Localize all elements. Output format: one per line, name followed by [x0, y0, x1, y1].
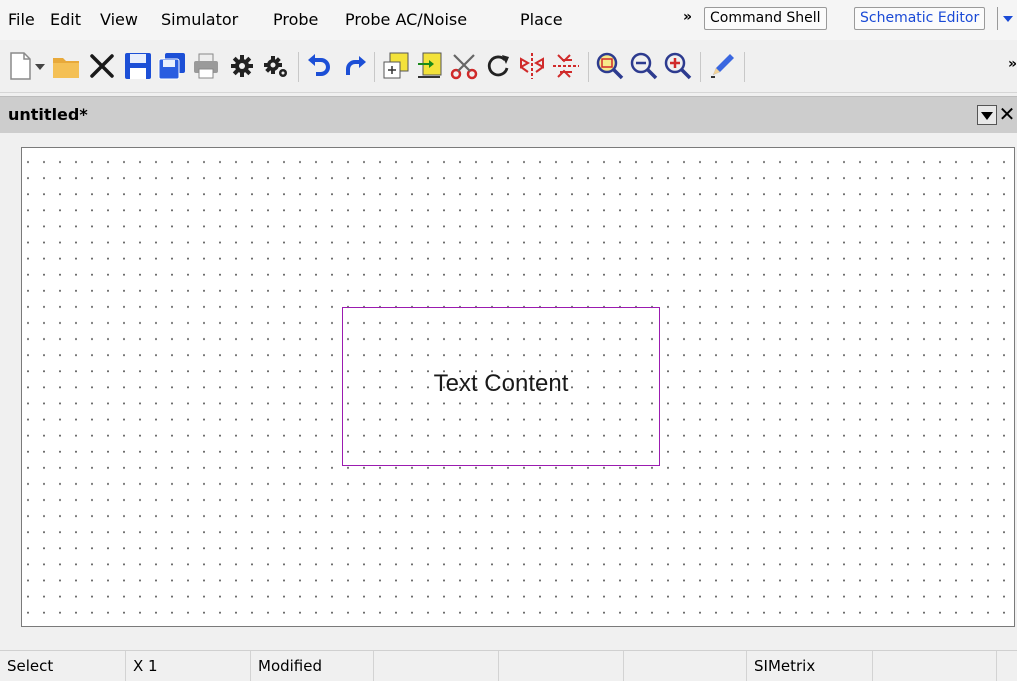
toolbar-separator: [298, 52, 299, 82]
document-title[interactable]: untitled*: [8, 105, 88, 124]
text-annotation-label: Text Content: [433, 370, 569, 397]
command-shell-button[interactable]: Command Shell: [704, 7, 827, 30]
save-icon[interactable]: [122, 50, 154, 82]
menu-edit[interactable]: Edit: [50, 10, 81, 29]
status-cell-empty: [374, 651, 499, 681]
open-folder-icon[interactable]: [50, 50, 82, 82]
status-zoom: X 1: [126, 651, 251, 681]
place-component-icon[interactable]: [380, 50, 412, 82]
mirror-vertical-icon[interactable]: [516, 50, 548, 82]
redo-icon[interactable]: [338, 50, 370, 82]
menu-view[interactable]: View: [100, 10, 138, 29]
text-annotation-box[interactable]: Text Content: [342, 307, 660, 466]
toolbar-separator: [744, 52, 745, 82]
zoom-fit-icon[interactable]: [594, 50, 626, 82]
place-port-icon[interactable]: [414, 50, 446, 82]
pencil-icon[interactable]: [706, 50, 738, 82]
window-close-icon[interactable]: ✕: [997, 104, 1017, 125]
window-menu-icon[interactable]: [977, 105, 997, 125]
toolbar-overflow-icon[interactable]: »: [1008, 56, 1017, 72]
save-all-icon[interactable]: [156, 50, 188, 82]
toolbar-separator: [374, 52, 375, 82]
status-cell-empty: [997, 651, 1017, 681]
toolbar: »: [0, 40, 1017, 93]
gear-icon[interactable]: [226, 50, 258, 82]
status-modified: Modified: [251, 651, 374, 681]
status-bar: Select X 1 Modified SIMetrix: [0, 650, 1017, 681]
zoom-in-icon[interactable]: [662, 50, 694, 82]
toolbar-separator: [588, 52, 589, 82]
menu-probe-ac-noise[interactable]: Probe AC/Noise: [345, 10, 467, 29]
undo-icon[interactable]: [304, 50, 336, 82]
document-tab-bar: untitled* ✕: [0, 96, 1017, 134]
menu-overflow-icon[interactable]: »: [683, 9, 692, 25]
menu-file[interactable]: File: [8, 10, 35, 29]
menu-place[interactable]: Place: [520, 10, 563, 29]
status-cell-empty: [873, 651, 997, 681]
close-icon[interactable]: [86, 50, 118, 82]
schematic-editor-button[interactable]: Schematic Editor: [854, 7, 986, 30]
gear-multi-icon[interactable]: [260, 50, 292, 82]
status-cell-empty: [624, 651, 747, 681]
menu-probe[interactable]: Probe: [273, 10, 318, 29]
mode-dropdown-icon[interactable]: [997, 7, 1017, 30]
status-mode: Select: [0, 651, 126, 681]
scissors-icon[interactable]: [448, 50, 480, 82]
status-cell-empty: [499, 651, 624, 681]
print-icon[interactable]: [190, 50, 222, 82]
zoom-out-icon[interactable]: [628, 50, 660, 82]
mirror-horizontal-icon[interactable]: [550, 50, 582, 82]
toolbar-separator: [700, 52, 701, 82]
status-app-name: SIMetrix: [747, 651, 873, 681]
menu-simulator[interactable]: Simulator: [161, 10, 238, 29]
new-dropdown-icon[interactable]: [32, 50, 48, 82]
menu-bar: File Edit View Simulator Probe Probe AC/…: [0, 0, 1017, 41]
rotate-icon[interactable]: [482, 50, 514, 82]
